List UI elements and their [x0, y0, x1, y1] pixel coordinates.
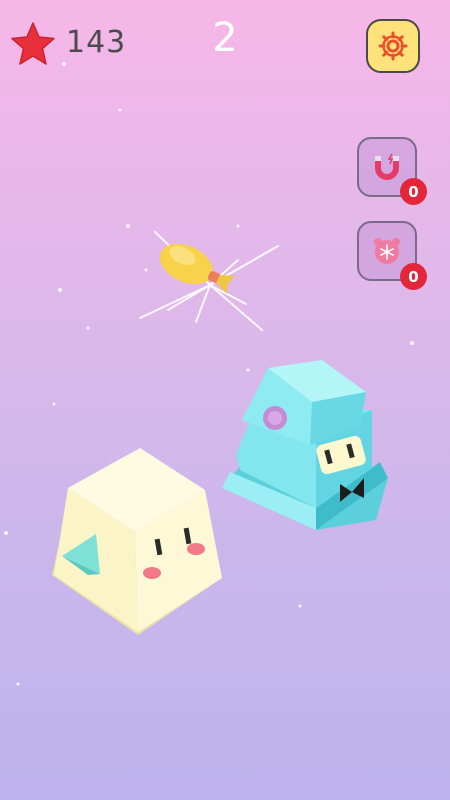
- yellow-cube-character: [52, 448, 222, 635]
